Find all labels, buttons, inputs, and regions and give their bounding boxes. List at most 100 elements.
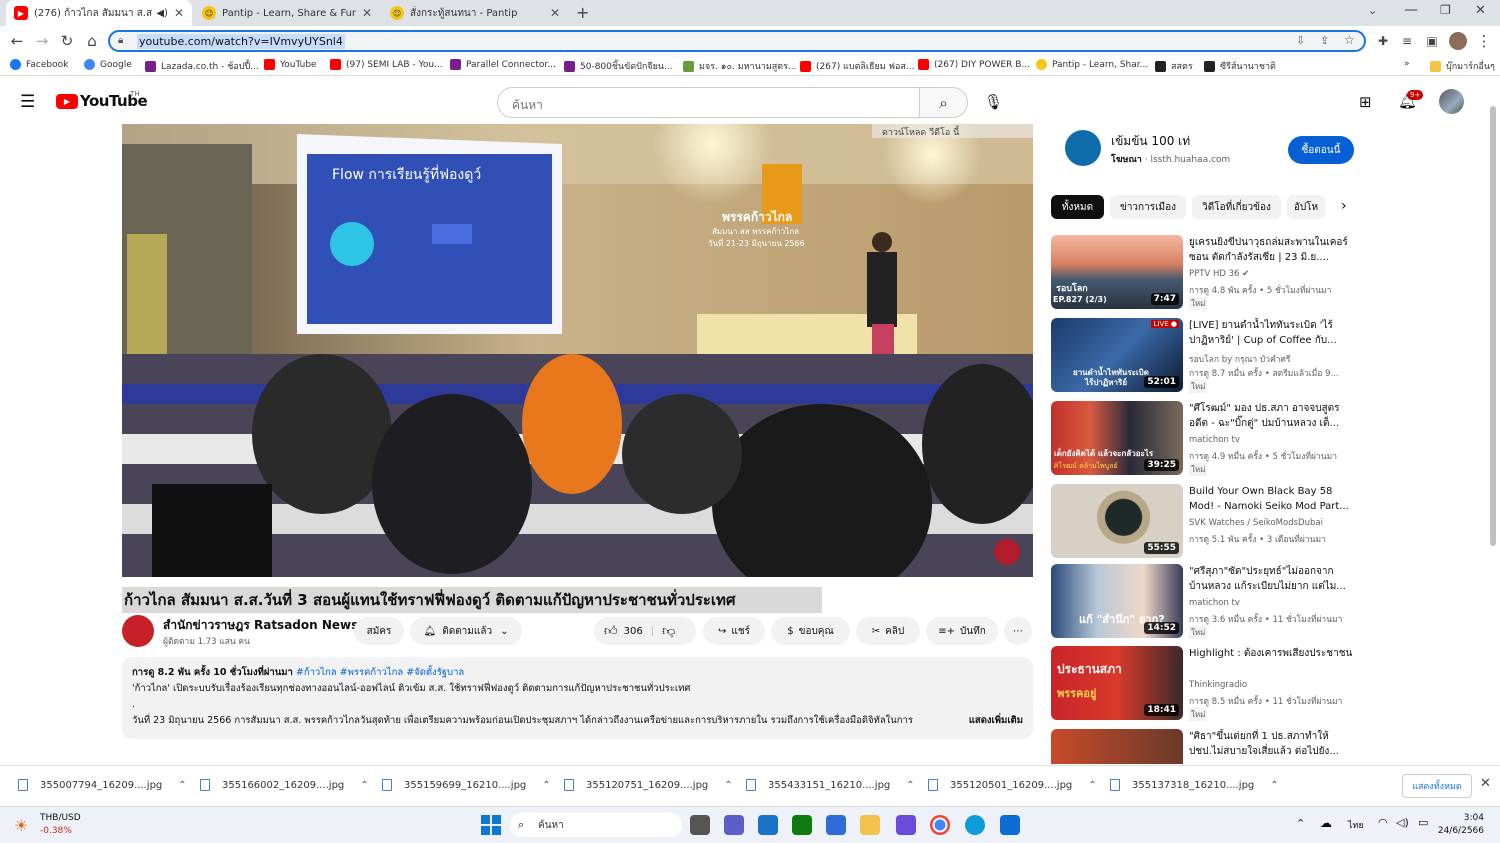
search-button[interactable]: ⌕: [919, 87, 968, 118]
channel-name[interactable]: สำนักข่าวราษฎร Ratsadon News: [163, 616, 358, 635]
recommended-video[interactable]: รอบโลก EP.827 (2/3) 7:47 ยูเครนยิงขีปนาว…: [1051, 235, 1371, 310]
new-tab-icon[interactable]: +: [576, 3, 589, 22]
more-actions-button[interactable]: ⋯: [1004, 617, 1032, 645]
video-thumbnail[interactable]: [1051, 729, 1183, 764]
tablet-app-icon[interactable]: [826, 815, 846, 835]
youtube-logo-icon[interactable]: ▶: [56, 94, 78, 109]
minimize-icon[interactable]: —: [1404, 2, 1418, 18]
monitor-app-icon[interactable]: [1000, 815, 1020, 835]
download-item[interactable]: 355433151_16210....jpg ⌃: [746, 779, 915, 791]
extensions-puzzle-icon[interactable]: ✚: [1372, 30, 1394, 52]
join-button[interactable]: สมัคร: [354, 617, 404, 645]
forward-arrow-icon[interactable]: →: [31, 30, 53, 52]
clock-date[interactable]: 24/6/2566: [1436, 826, 1484, 836]
tab-pantip-post[interactable]: ☺ สั่งกระทู้สนทนา - Pantip ✕: [382, 0, 568, 26]
download-item[interactable]: 355120501_16209....jpg ⌃: [928, 779, 1097, 791]
media-queue-icon[interactable]: ≡: [1396, 30, 1418, 52]
bookmark-50-800[interactable]: 50-800ชิ้นขัดปักจียน...: [564, 59, 673, 73]
search-input[interactable]: ค้นหา: [497, 87, 920, 118]
clip-button[interactable]: ✂ คลิป: [856, 617, 920, 645]
voice-search-icon[interactable]: 🎙︎: [984, 93, 1003, 111]
clock-time[interactable]: 3:04: [1440, 813, 1484, 823]
chip-politics[interactable]: ข่าวการเมือง: [1110, 195, 1186, 219]
chevron-up-icon[interactable]: ⌃: [1270, 780, 1278, 791]
download-item[interactable]: 355159699_16210....jpg ⌃: [382, 779, 551, 791]
description-box[interactable]: การดู 8.2 พัน ครั้ง 10 ชั่วโมงที่ผ่านมา …: [122, 657, 1033, 739]
chevron-up-icon[interactable]: ⌃: [906, 780, 914, 791]
close-tab-icon[interactable]: ✕: [174, 6, 184, 20]
bookmark-star-icon[interactable]: ☆: [1344, 33, 1355, 47]
chip-related[interactable]: วิดีโอที่เกี่ยวข้อง: [1192, 195, 1281, 219]
account-avatar[interactable]: [1439, 89, 1464, 114]
xbox-icon[interactable]: [792, 815, 812, 835]
speaker-icon[interactable]: ◁): [1396, 816, 1409, 829]
home-icon[interactable]: ⌂: [81, 30, 103, 52]
hamburger-menu-icon[interactable]: ☰: [20, 92, 35, 112]
bookmark-facebook[interactable]: Facebook: [10, 59, 68, 70]
video-title[interactable]: "ศึโรฒม์" มอง ปธ.สภา อาจจบสูตรอดีต - ฉะ"…: [1189, 401, 1357, 431]
share-button[interactable]: ↪ แชร์: [703, 617, 765, 645]
video-title[interactable]: "ศิธา"ขึ้นเด่ยกที่ 1 ปธ.สภาทำให้ ปชป.ไม่…: [1189, 729, 1357, 759]
reload-icon[interactable]: ↻: [56, 30, 78, 52]
chip-all[interactable]: ทั้งหมด: [1051, 195, 1104, 219]
recommended-video[interactable]: 55:55 Build Your Own Black Bay 58 Mod! -…: [1051, 484, 1371, 559]
channel-name[interactable]: PPTV HD 36 ✔: [1189, 269, 1249, 279]
show-all-downloads-button[interactable]: แสดงทั้งหมด: [1402, 774, 1472, 798]
video-thumbnail[interactable]: ประธานสภา พรรคอยู่ 18:41: [1051, 646, 1183, 720]
battery-icon[interactable]: ▭: [1418, 816, 1428, 829]
close-window-icon[interactable]: ✕: [1475, 3, 1486, 18]
tab-pantip-home[interactable]: ☺ Pantip - Learn, Share & Fun ✕: [194, 0, 380, 26]
ticker-name[interactable]: THB/USD: [40, 813, 81, 823]
video-player[interactable]: Flow การเรียนรู้ที่ฟองดูว์ พรรคก้าวไกล ส…: [122, 124, 1033, 577]
bookmark-lithium-battery[interactable]: (267) แบตลิเธียม ฟอส...: [800, 59, 914, 73]
create-video-icon[interactable]: ⊞: [1359, 93, 1372, 111]
video-thumbnail[interactable]: 55:55: [1051, 484, 1183, 558]
download-item[interactable]: 355007794_16209....jpg ⌃: [18, 779, 187, 791]
chip-uploads[interactable]: อัปโห: [1287, 195, 1325, 219]
download-item[interactable]: 355120751_16209....jpg ⌃: [564, 779, 733, 791]
back-arrow-icon[interactable]: ←: [6, 30, 28, 52]
channel-name[interactable]: รอบโลก by กรุณา บัวคำศรี: [1189, 352, 1290, 366]
weather-widget-icon[interactable]: ☀: [14, 816, 28, 835]
bookmark-mahanama[interactable]: มจร. ๑๐. มหานามสูตร...: [683, 59, 797, 73]
channel-name[interactable]: matichon tv: [1189, 598, 1240, 608]
video-title[interactable]: ยูเครนยิงขีปนาวุธถล่มสะพานในเคอร์ซอน ตัด…: [1189, 235, 1357, 265]
tab-search-chevron-icon[interactable]: ⌄: [1368, 4, 1377, 17]
hashtags[interactable]: #ก้าวไกล #พรรคก้าวไกล #จัดตั้งรัฐบาล: [296, 667, 464, 678]
tab-youtube-video[interactable]: ▶ (276) ก้าวไกล สัมมนา ส.ส.วันที่ 3 ◀) ✕: [6, 0, 192, 26]
recommended-video[interactable]: เด็กยังคิดได้ แล้วจะกลัวอะไร ศิโรฒม์ คล้…: [1051, 401, 1371, 476]
other-bookmarks[interactable]: บุ๊กมาร์กอื่นๆ: [1430, 59, 1495, 73]
download-item[interactable]: 355137318_16210....jpg ⌃: [1110, 779, 1279, 791]
chevron-up-icon[interactable]: ⌃: [1088, 780, 1096, 791]
video-thumbnail[interactable]: เด็กยังคิดได้ แล้วจะกลัวอะไร ศิโรฒม์ คล้…: [1051, 401, 1183, 475]
video-title[interactable]: Highlight : ต้องเคารพเสียงประชาชน: [1189, 646, 1357, 676]
download-item[interactable]: 355166002_16209....jpg ⌃: [200, 779, 369, 791]
channel-name[interactable]: matichon tv: [1189, 435, 1240, 445]
channel-avatar[interactable]: [122, 615, 154, 647]
file-explorer-icon[interactable]: [860, 815, 880, 835]
thanks-button[interactable]: $ ขอบคุณ: [771, 617, 850, 645]
address-bar[interactable]: 🔒︎ youtube.com/watch?v=IVmvyUYSnl4 ⇩ ⇪ ☆: [108, 30, 1366, 52]
close-downloads-icon[interactable]: ✕: [1480, 776, 1491, 791]
wifi-icon[interactable]: ◠: [1378, 816, 1388, 829]
windows-start-icon[interactable]: [481, 815, 501, 835]
chevron-up-icon[interactable]: ⌃: [724, 780, 732, 791]
audio-playing-icon[interactable]: ◀): [156, 8, 168, 19]
video-thumbnail[interactable]: รอบโลก EP.827 (2/3) 7:47: [1051, 235, 1183, 309]
recommended-video[interactable]: LIVE ● ยานดำน้ำไททันระเบิด ไร้ปาฏิหาริย์…: [1051, 318, 1371, 393]
video-thumbnail[interactable]: แก้ "สำนึก" ยาก? 14:52: [1051, 564, 1183, 638]
edge-icon[interactable]: [965, 815, 985, 835]
teams-chat-icon[interactable]: [724, 815, 744, 835]
chrome-icon[interactable]: [930, 815, 950, 835]
bookmark-sastra[interactable]: สสตร: [1155, 59, 1193, 73]
video-title[interactable]: Build Your Own Black Bay 58 Mod! - Namok…: [1189, 484, 1357, 514]
close-tab-icon[interactable]: ✕: [362, 6, 372, 20]
ad-card[interactable]: เข้มข้น 100 เท่ โฆษณา · lssth.huahaa.com…: [1051, 124, 1367, 180]
taskbar-search-box[interactable]: ค้นหา: [510, 813, 682, 837]
site-info-icon[interactable]: 🔒︎: [118, 35, 123, 46]
side-panel-icon[interactable]: ▣: [1421, 30, 1443, 52]
bookmark-parallel-connector[interactable]: Parallel Connector...: [450, 59, 556, 70]
mail-icon[interactable]: [758, 815, 778, 835]
page-scrollbar[interactable]: [1490, 106, 1496, 546]
browser-menu-icon[interactable]: ⋮: [1473, 30, 1495, 52]
